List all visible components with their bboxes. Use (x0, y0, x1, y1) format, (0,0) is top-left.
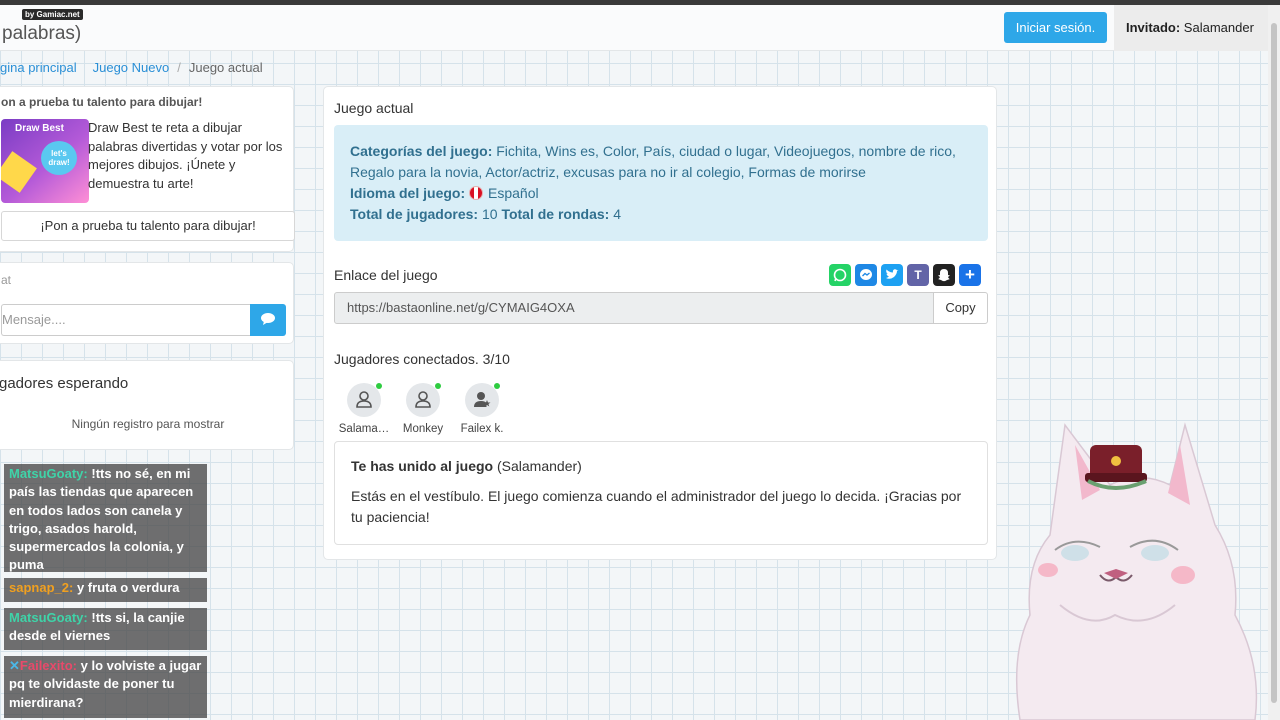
stream-chat-message: sapnap_2: y fruta o verdura (4, 578, 207, 602)
stream-chat-message: MatsuGoaty: !tts si, la canjie desde el … (4, 608, 207, 650)
share-plus-icon[interactable]: + (959, 264, 981, 286)
waiting-players-card: gadores esperando Ningún registro para m… (0, 360, 294, 450)
chat-username: sapnap_2: (9, 580, 74, 595)
draw-best-thumbnail[interactable]: Draw Best let's draw! (1, 119, 89, 203)
copy-link-button[interactable]: Copy (933, 292, 988, 324)
login-button[interactable]: Iniciar sesión. (1004, 12, 1107, 43)
chat-username: MatsuGoaty: (9, 466, 88, 481)
language-label: Idioma del juego: (350, 185, 466, 201)
snapchat-icon[interactable] (933, 264, 955, 286)
twitter-icon[interactable] (881, 264, 903, 286)
player-avatar (465, 383, 500, 417)
player-name: Salama… (338, 423, 390, 435)
brand-title[interactable]: palabras) (2, 23, 81, 45)
breadcrumb-new-game[interactable]: Juego Nuevo (93, 60, 170, 75)
players-connected-label: Jugadores conectados. 3/10 (334, 351, 510, 367)
rounds-total-value: 4 (613, 206, 621, 222)
teams-icon[interactable]: T (907, 264, 929, 286)
guest-label: Invitado: (1126, 20, 1181, 35)
categories-label: Categorías del juego: (350, 143, 493, 159)
joined-player-name: (Salamander) (496, 458, 582, 474)
stream-chat-message: MatsuGoaty: !tts no sé, en mi país las t… (4, 464, 207, 572)
scrollbar-thumb[interactable] (1271, 23, 1277, 703)
online-status-dot (376, 383, 382, 389)
page-scrollbar[interactable] (1268, 5, 1280, 720)
game-link-label: Enlace del juego (334, 267, 438, 283)
breadcrumb-home[interactable]: gina principal (0, 60, 77, 75)
breadcrumb-current: Juego actual (188, 60, 263, 75)
current-game-title: Juego actual (334, 100, 414, 116)
navbar: by Gamiac.net palabras) Iniciar sesión. … (0, 5, 1268, 51)
thumb-title: Draw Best (15, 123, 64, 134)
online-status-dot (494, 383, 500, 389)
language-value: Español (488, 185, 539, 201)
game-info-box: Categorías del juego: Fichita, Wins es, … (334, 125, 988, 241)
chat-card: at Mensaje.... (0, 262, 294, 344)
player-name: Failex k. (460, 423, 504, 435)
whatsapp-icon[interactable] (829, 264, 851, 286)
admin-user-icon (474, 392, 491, 407)
players-total-value: 10 (481, 206, 498, 222)
breadcrumb: gina principal Juego Nuevo / Juego actual (0, 60, 263, 75)
players-total-label: Total de jugadores: (350, 206, 479, 222)
chat-message-input[interactable]: Mensaje.... (1, 304, 250, 336)
joined-game-message: Estás en el vestíbulo. El juego comienza… (351, 488, 962, 525)
ad-heading: on a prueba tu talento para dibujar! (1, 95, 203, 109)
peru-flag-icon (469, 186, 484, 200)
brand-badge: by Gamiac.net (22, 9, 83, 20)
chat-username: MatsuGoaty: (9, 610, 88, 625)
player-avatar (347, 383, 382, 417)
ad-cta-button[interactable]: ¡Pon a prueba tu talento para dibujar! (1, 211, 295, 241)
totals-line: Total de jugadores: 10 Total de rondas: … (350, 204, 972, 225)
chat-text: y fruta o verdura (76, 580, 180, 595)
waiting-players-title: gadores esperando (0, 375, 129, 392)
guest-name: Salamander (1183, 20, 1254, 35)
user-icon (356, 391, 372, 408)
thumb-bubble: let's draw! (41, 141, 77, 175)
messenger-icon[interactable] (855, 264, 877, 286)
player-item[interactable]: Salama… (334, 383, 394, 435)
pin-icon: ✕ (9, 658, 20, 673)
chat-text: !tts no sé, en mi país las tiendas que a… (9, 466, 194, 573)
player-avatar (406, 383, 441, 417)
player-name: Monkey (402, 423, 444, 435)
player-item[interactable]: Monkey (393, 383, 453, 435)
thumb-decoration (1, 151, 37, 193)
categories-line: Categorías del juego: Fichita, Wins es, … (350, 141, 972, 183)
chat-send-button[interactable] (250, 304, 286, 336)
game-link-field[interactable]: https://bastaonline.net/g/CYMAIG4OXA (334, 292, 934, 324)
language-line: Idioma del juego: Español (350, 183, 972, 204)
waiting-empty-message: Ningún registro para mostrar (71, 417, 225, 431)
online-status-dot (435, 383, 441, 389)
user-icon (415, 391, 431, 408)
ad-card: on a prueba tu talento para dibujar! Dra… (0, 86, 295, 252)
joined-title: Te has unido al juego (351, 458, 494, 474)
chat-title: at (1, 273, 12, 287)
guest-user-box[interactable]: Invitado: Salamander (1114, 5, 1268, 51)
joined-game-heading: Te has unido al juego (Salamander) (351, 458, 971, 474)
breadcrumb-separator: / (177, 60, 181, 75)
joined-game-panel: Te has unido al juego (Salamander) Estás… (334, 441, 988, 545)
vtuber-cat-avatar (1015, 422, 1258, 720)
stream-chat-message: ✕Failexito: y lo volviste a jugar pq te … (4, 656, 207, 718)
ad-description: Draw Best te reta a dibujar palabras div… (88, 120, 283, 191)
current-game-card: Juego actual Categorías del juego: Fichi… (323, 86, 997, 560)
rounds-total-label: Total de rondas: (501, 206, 610, 222)
speech-bubble-icon (261, 313, 275, 325)
chat-username: Failexito: (19, 658, 77, 673)
player-item[interactable]: Failex k. (452, 383, 512, 435)
